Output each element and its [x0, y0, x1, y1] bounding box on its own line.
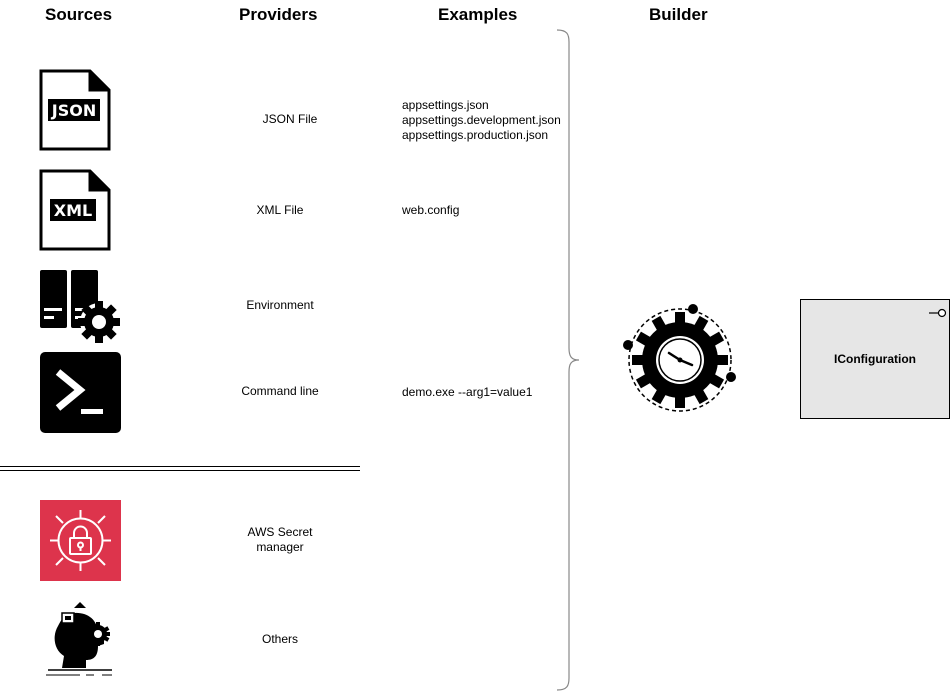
aws-secrets-manager-icon — [40, 500, 121, 581]
server-gear-icon — [40, 270, 120, 343]
json-icon-label: JSON — [51, 101, 96, 120]
example-list-json: appsettings.json appsettings.development… — [402, 98, 561, 143]
providers-header: Providers — [239, 5, 318, 24]
iconfiguration-box: IConfiguration — [800, 299, 950, 419]
head-gear-icon — [46, 602, 112, 676]
provider-label-line: manager — [256, 540, 304, 554]
builder-header: Builder — [649, 5, 708, 24]
gear-clock-icon — [623, 304, 736, 412]
example-item: appsettings.production.json — [402, 128, 549, 142]
example-item: web.config — [402, 203, 460, 217]
provider-xml-file: XML File — [256, 203, 304, 217]
sources-header: Sources — [45, 5, 113, 24]
section-divider-top — [0, 466, 360, 467]
terminal-icon — [40, 352, 121, 433]
provider-others: Others — [261, 632, 298, 646]
provider-json-file: JSON File — [262, 112, 318, 126]
examples-header: Examples — [438, 5, 518, 24]
section-divider-bottom — [0, 470, 360, 471]
provider-environment: Environment — [246, 298, 314, 312]
grouping-brace — [556, 29, 580, 691]
json-file-icon: JSON — [39, 69, 111, 151]
provider-command-line: Command line — [241, 384, 319, 398]
lollipop-interface-icon — [929, 308, 947, 318]
xml-file-icon: XML — [39, 169, 111, 251]
example-item: demo.exe --arg1=value1 — [402, 385, 533, 399]
example-list-command-line: demo.exe --arg1=value1 — [402, 385, 532, 400]
example-item: appsettings.json — [402, 98, 489, 112]
example-item: appsettings.development.json — [402, 113, 561, 127]
provider-aws-secret-manager: AWS Secret manager — [210, 525, 350, 555]
iconfiguration-label: IConfiguration — [834, 352, 916, 366]
example-list-xml: web.config — [402, 203, 459, 218]
provider-label-line: AWS Secret — [247, 525, 313, 539]
xml-icon-label: XML — [54, 201, 92, 220]
